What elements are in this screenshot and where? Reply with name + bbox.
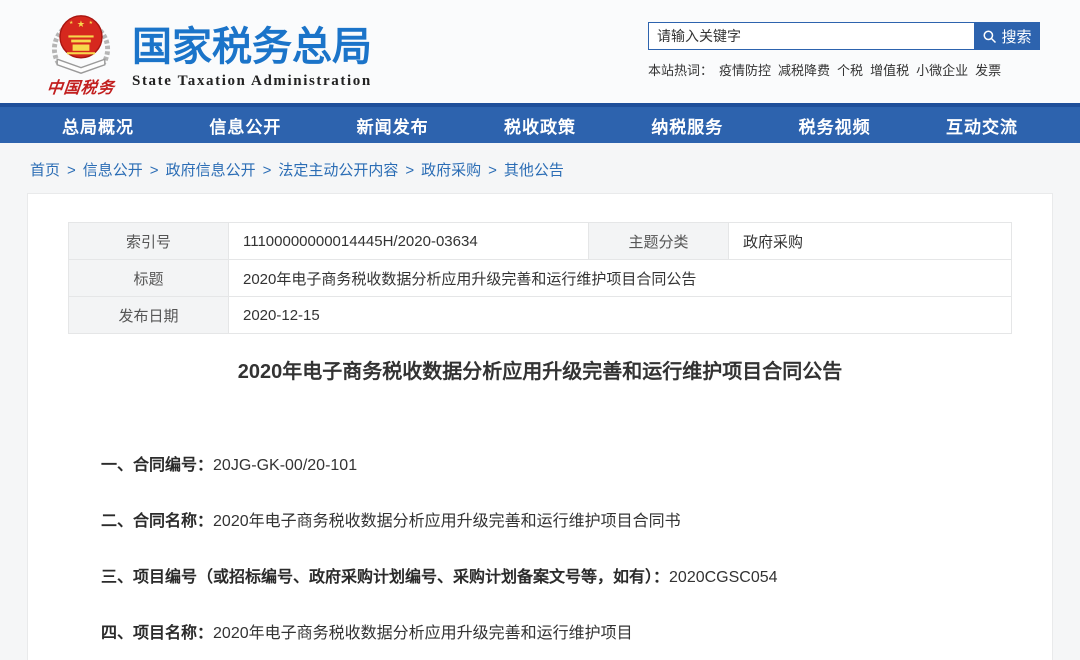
breadcrumb-separator: >: [263, 162, 272, 179]
hot-word-link[interactable]: 个税: [837, 63, 863, 78]
nav-item[interactable]: 税务视频: [799, 113, 871, 138]
breadcrumb-link[interactable]: 信息公开: [83, 162, 143, 179]
page: ★ ★ ★ 中国税务 国家税务总局 State Taxation Adminis…: [0, 0, 1080, 660]
article-item-label: 四、项目名称：: [101, 625, 213, 642]
nav-item[interactable]: 税收政策: [504, 113, 576, 138]
article-item-value: 2020CGSC054: [669, 569, 778, 586]
breadcrumb-separator: >: [405, 162, 414, 179]
article-title: 2020年电子商务税收数据分析应用升级完善和运行维护项目合同公告: [68, 358, 1012, 386]
article-item: 一、合同编号：20JG-GK-00/20-101: [101, 456, 1012, 476]
article-item: 二、合同名称：2020年电子商务税收数据分析应用升级完善和运行维护项目合同书: [101, 512, 1012, 532]
article-item-label: 三、项目编号（或招标编号、政府采购计划编号、采购计划备案文号等，如有）：: [101, 569, 669, 586]
meta-label: 标题: [69, 260, 229, 297]
tax-emblem: ★ ★ ★ 中国税务: [36, 4, 126, 98]
breadcrumb: 首页 > 信息公开 > 政府信息公开 > 法定主动公开内容 > 政府采购 > 其他公告: [0, 143, 1080, 193]
content-box: 索引号11100000000014445H/2020-03634主题分类政府采购…: [27, 193, 1053, 660]
meta-label: 发布日期: [69, 297, 229, 334]
meta-label: 主题分类: [589, 223, 729, 260]
meta-table-row: 发布日期2020-12-15: [69, 297, 1012, 334]
nav-item[interactable]: 互动交流: [946, 113, 1018, 138]
breadcrumb-link[interactable]: 其他公告: [504, 162, 564, 179]
article-item: 三、项目编号（或招标编号、政府采购计划编号、采购计划备案文号等，如有）：2020…: [101, 568, 1012, 588]
nav-item[interactable]: 新闻发布: [357, 113, 429, 138]
article-item: 四、项目名称：2020年电子商务税收数据分析应用升级完善和运行维护项目: [101, 624, 1012, 644]
meta-table-row: 标题2020年电子商务税收数据分析应用升级完善和运行维护项目合同公告: [69, 260, 1012, 297]
tax-emblem-icon: ★ ★ ★: [46, 6, 116, 76]
meta-table-row: 索引号11100000000014445H/2020-03634主题分类政府采购: [69, 223, 1012, 260]
svg-text:★: ★: [69, 20, 74, 26]
breadcrumb-separator: >: [67, 162, 76, 179]
meta-value: 政府采购: [729, 223, 1012, 260]
search-block: 搜索 本站热词： 疫情防控减税降费个税增值税小微企业发票: [648, 22, 1040, 79]
search-icon: [982, 29, 997, 44]
breadcrumb-link[interactable]: 政府采购: [421, 162, 481, 179]
site-header: ★ ★ ★ 中国税务 国家税务总局 State Taxation Adminis…: [0, 0, 1080, 103]
meta-value: 2020-12-15: [229, 297, 1012, 334]
search-input[interactable]: [648, 22, 974, 50]
site-title-block: 国家税务总局 State Taxation Administration: [132, 4, 372, 90]
article-body: 一、合同编号：20JG-GK-00/20-101二、合同名称：2020年电子商务…: [68, 456, 1012, 644]
meta-table: 索引号11100000000014445H/2020-03634主题分类政府采购…: [68, 222, 1012, 334]
article-item-value: 20JG-GK-00/20-101: [213, 457, 357, 474]
nav-item[interactable]: 总局概况: [62, 113, 134, 138]
article-item-label: 一、合同编号：: [101, 457, 213, 474]
nav-item[interactable]: 纳税服务: [651, 113, 723, 138]
hot-word-link[interactable]: 增值税: [870, 63, 909, 78]
search-button-label: 搜索: [1001, 26, 1031, 47]
hot-word-link[interactable]: 减税降费: [778, 63, 830, 78]
hot-word-link[interactable]: 发票: [975, 63, 1001, 78]
article-item-value: 2020年电子商务税收数据分析应用升级完善和运行维护项目合同书: [213, 513, 681, 530]
breadcrumb-separator: >: [150, 162, 159, 179]
nav-item[interactable]: 信息公开: [209, 113, 281, 138]
svg-text:★: ★: [77, 19, 85, 29]
article-item-label: 二、合同名称：: [101, 513, 213, 530]
breadcrumb-link[interactable]: 首页: [30, 162, 60, 179]
site-name: 国家税务总局: [132, 26, 372, 68]
breadcrumb-link[interactable]: 法定主动公开内容: [278, 162, 398, 179]
breadcrumb-link[interactable]: 政府信息公开: [166, 162, 256, 179]
hot-words-bar: 本站热词： 疫情防控减税降费个税增值税小微企业发票: [648, 60, 1040, 79]
hot-word-link[interactable]: 疫情防控: [719, 63, 771, 78]
search-button[interactable]: 搜索: [974, 22, 1040, 50]
meta-label: 索引号: [69, 223, 229, 260]
site-logo[interactable]: ★ ★ ★ 中国税务 国家税务总局 State Taxation Adminis…: [36, 4, 372, 98]
main-nav: 总局概况 信息公开 新闻发布 税收政策 纳税服务 税务视频 互动交流: [0, 103, 1080, 143]
meta-value: 2020年电子商务税收数据分析应用升级完善和运行维护项目合同公告: [229, 260, 1012, 297]
site-name-english: State Taxation Administration: [132, 73, 372, 90]
article-item-value: 2020年电子商务税收数据分析应用升级完善和运行维护项目: [213, 625, 633, 642]
meta-value: 11100000000014445H/2020-03634: [229, 223, 589, 260]
breadcrumb-separator: >: [488, 162, 497, 179]
hot-word-link[interactable]: 小微企业: [916, 63, 968, 78]
logo-caption: 中国税务: [35, 74, 128, 98]
svg-text:★: ★: [89, 20, 94, 26]
hot-words-label: 本站热词：: [648, 63, 713, 78]
